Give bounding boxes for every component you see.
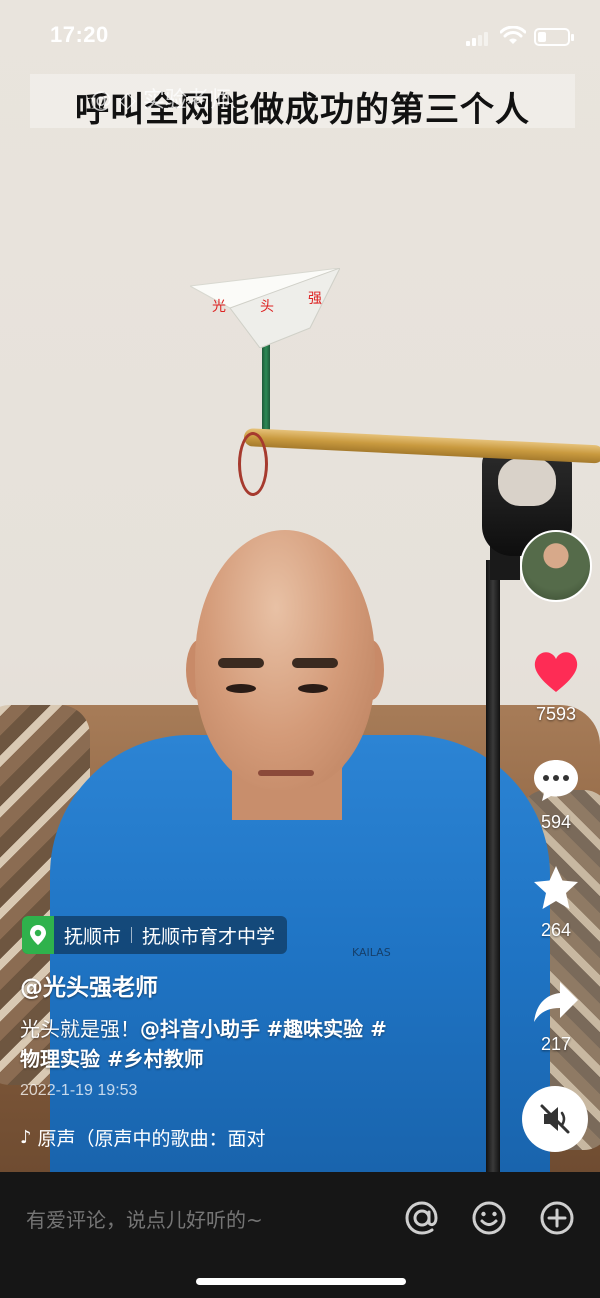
music-title: 原声（原声中的歌曲：面对 <box>37 1128 266 1150</box>
favorite-count: 264 <box>540 920 572 940</box>
video-description: 光头就是强！@抖音小助手 #趣味实验 # 物理实验 #乡村教师 <box>20 1014 460 1074</box>
location-tag[interactable]: 抚顺市 抚顺市育才中学 <box>22 916 288 954</box>
battery-fill <box>538 32 546 42</box>
battery-icon <box>534 28 574 46</box>
plane-char-2: 头 <box>260 299 274 315</box>
location-place: 抚顺市育才中学 <box>142 925 276 948</box>
share-button[interactable]: 217 <box>520 976 592 1055</box>
shirt-logo: KAILAS <box>352 946 391 959</box>
comment-bubble-icon <box>534 760 578 801</box>
person-eye-left <box>226 684 256 693</box>
description-mention[interactable]: @抖音小助手 <box>140 1017 260 1041</box>
status-bar: 17:20 <box>0 0 600 70</box>
person-brow-left <box>218 658 264 668</box>
video-watermark: @ ◇ 实验老师 <box>90 88 231 113</box>
share-count: 217 <box>540 1034 572 1054</box>
comment-button[interactable]: 594 <box>520 754 592 833</box>
plus-circle-icon[interactable] <box>537 1198 577 1238</box>
red-string <box>238 432 268 496</box>
status-time: 17:20 <box>50 22 109 47</box>
description-text: 光头就是强！ <box>20 1017 140 1041</box>
author-name[interactable]: @光头强老师 <box>20 968 158 1002</box>
mute-button[interactable] <box>522 1086 588 1152</box>
person-mouth <box>258 770 314 776</box>
heart-icon <box>534 652 578 692</box>
stand-pole <box>486 560 500 1172</box>
home-indicator[interactable] <box>196 1278 406 1285</box>
plane-char-1: 光 <box>212 299 226 315</box>
stand-clamp-gap <box>498 458 556 506</box>
comment-count: 594 <box>540 812 572 832</box>
green-stick <box>262 340 270 440</box>
comment-input[interactable] <box>26 1200 366 1240</box>
emoji-icon[interactable] <box>469 1198 509 1238</box>
like-count: 7593 <box>535 704 577 724</box>
plane-char-3: 强 <box>308 291 322 307</box>
author-avatar[interactable] <box>520 530 592 602</box>
location-city: 抚顺市 <box>64 925 122 948</box>
like-button[interactable]: 7593 <box>520 646 592 725</box>
location-pin-icon <box>22 916 54 954</box>
description-tags-line2[interactable]: 物理实验 #乡村教师 <box>20 1047 204 1071</box>
post-date: 2022-1-19 19:53 <box>20 1082 138 1099</box>
wooden-rod <box>243 428 600 464</box>
star-icon <box>534 866 578 909</box>
person-eye-right <box>298 684 328 693</box>
person-brow-right <box>292 658 338 668</box>
at-icon[interactable] <box>402 1198 442 1238</box>
share-arrow-icon <box>534 982 578 1022</box>
wifi-icon <box>500 26 526 44</box>
signal-icon <box>466 30 490 46</box>
description-tags-line1[interactable]: #趣味实验 # <box>266 1017 386 1041</box>
mute-icon <box>540 1104 570 1134</box>
tiktok-note-icon: ♪ <box>20 1127 32 1148</box>
location-divider <box>131 927 133 943</box>
favorite-button[interactable]: 264 <box>520 862 592 941</box>
music-info[interactable]: ♪ 原声（原声中的歌曲：面对 <box>20 1124 330 1151</box>
